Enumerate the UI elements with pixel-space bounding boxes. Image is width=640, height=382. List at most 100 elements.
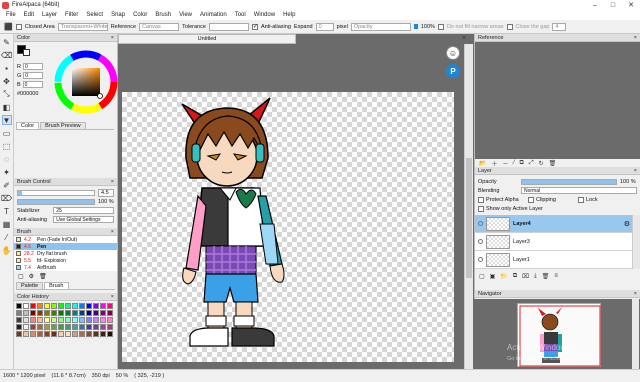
select-eraser-icon[interactable]: ⌦ <box>1 193 12 203</box>
close-gap-field[interactable]: 4 <box>552 22 567 31</box>
show-active-checkbox[interactable] <box>478 205 484 212</box>
layer-scrollbar[interactable] <box>632 215 640 269</box>
history-color-swatch[interactable] <box>107 310 113 316</box>
open-file-icon[interactable]: 📂 <box>479 160 486 167</box>
history-color-swatch[interactable] <box>44 310 50 316</box>
history-color-swatch[interactable] <box>23 324 29 330</box>
history-color-swatch[interactable] <box>58 324 64 330</box>
menu-edit[interactable]: Edit <box>24 12 34 18</box>
history-color-swatch[interactable] <box>23 303 29 309</box>
gradation-tool-icon[interactable]: ▭ <box>2 128 12 138</box>
menu-help[interactable]: Help <box>283 12 295 18</box>
delete-icon[interactable]: 🗑 <box>549 160 557 167</box>
menu-tool[interactable]: Tool <box>235 12 246 18</box>
gear-icon[interactable]: ⚙ <box>624 220 632 228</box>
bucket-tool-icon[interactable]: ▼ <box>1 115 12 125</box>
merge-down-icon[interactable]: ⤓ <box>534 273 537 280</box>
stabilizer-dropdown[interactable]: 25 <box>53 207 114 214</box>
document-close-icon[interactable]: × <box>462 35 466 42</box>
history-color-swatch[interactable] <box>86 331 92 337</box>
brush-tool-icon[interactable]: ✎ <box>2 37 12 47</box>
history-color-swatch[interactable] <box>51 317 57 323</box>
menu-select[interactable]: Select <box>86 12 103 18</box>
new-brush-icon[interactable]: ▢ <box>18 273 24 280</box>
brush-item[interactable]: 7.4 AirBrush <box>14 264 117 271</box>
minimize-button[interactable]: – <box>586 2 604 9</box>
history-color-swatch[interactable] <box>72 324 78 330</box>
layer-menu-icon[interactable]: ≡ <box>554 273 558 279</box>
history-color-swatch[interactable] <box>100 303 106 309</box>
tab-brush[interactable]: Brush <box>44 282 69 289</box>
history-color-swatch[interactable] <box>100 324 106 330</box>
user-avatar-icon[interactable]: ☺ <box>446 46 460 60</box>
new-layer-icon[interactable]: ▢ <box>479 273 485 280</box>
hand-tool-icon[interactable]: ✋ <box>2 245 12 255</box>
history-color-swatch[interactable] <box>93 331 99 337</box>
history-color-swatch[interactable] <box>44 303 50 309</box>
closed-area-checkbox[interactable] <box>15 23 22 30</box>
history-color-swatch[interactable] <box>65 310 71 316</box>
history-color-swatch[interactable] <box>16 324 22 330</box>
history-color-swatch[interactable] <box>93 303 99 309</box>
history-color-swatch[interactable] <box>44 324 50 330</box>
brush-size-field[interactable]: 4.5 <box>98 188 114 197</box>
history-color-swatch[interactable] <box>107 331 113 337</box>
opacity-slider-fill[interactable] <box>413 24 418 29</box>
history-color-swatch[interactable] <box>100 331 106 337</box>
close-icon[interactable]: × <box>111 229 114 235</box>
history-color-swatch[interactable] <box>30 324 36 330</box>
close-gap-checkbox[interactable] <box>506 23 513 30</box>
history-color-swatch[interactable] <box>37 331 43 337</box>
history-color-swatch[interactable] <box>93 310 99 316</box>
opacity-field[interactable]: Opacity <box>350 22 411 31</box>
brush-settings-icon[interactable]: ⚙ <box>29 273 34 280</box>
close-icon[interactable]: × <box>111 294 114 300</box>
history-color-swatch[interactable] <box>23 310 29 316</box>
menu-color[interactable]: Color <box>133 12 147 18</box>
history-color-swatch[interactable] <box>30 317 36 323</box>
dot-tool-icon[interactable]: ▪ <box>2 63 12 73</box>
history-color-swatch[interactable] <box>23 331 29 337</box>
eyedropper-icon[interactable]: ⁄ <box>2 232 12 242</box>
tolerance-field[interactable] <box>208 22 249 31</box>
history-color-swatch[interactable] <box>65 303 71 309</box>
history-color-swatch[interactable] <box>30 331 36 337</box>
protect-alpha-checkbox[interactable] <box>478 196 484 203</box>
zoom-in-icon[interactable]: ＋ <box>491 159 497 168</box>
magic-wand-icon[interactable]: ✦ <box>2 167 12 177</box>
menu-layer[interactable]: Layer <box>42 12 57 18</box>
eye-icon[interactable] <box>478 239 483 244</box>
history-color-swatch[interactable] <box>37 303 43 309</box>
history-color-swatch[interactable] <box>51 324 57 330</box>
history-color-swatch[interactable] <box>86 310 92 316</box>
history-color-swatch[interactable] <box>58 331 64 337</box>
history-color-swatch[interactable] <box>16 310 22 316</box>
history-color-swatch[interactable] <box>58 303 64 309</box>
brush-opacity-slider[interactable] <box>17 198 95 205</box>
navigator-scrollbar[interactable] <box>632 299 639 370</box>
history-color-swatch[interactable] <box>79 317 85 323</box>
history-color-swatch[interactable] <box>86 324 92 330</box>
history-color-swatch[interactable] <box>93 324 99 330</box>
history-color-swatch[interactable] <box>44 317 50 323</box>
history-color-swatch[interactable] <box>51 303 57 309</box>
close-button[interactable]: ✕ <box>622 1 640 9</box>
history-color-swatch[interactable] <box>79 310 85 316</box>
history-color-swatch[interactable] <box>100 317 106 323</box>
layer-opacity-slider[interactable] <box>521 178 617 185</box>
menu-file[interactable]: File <box>6 12 16 18</box>
history-color-swatch[interactable] <box>72 303 78 309</box>
history-color-swatch[interactable] <box>30 310 36 316</box>
history-color-swatch[interactable] <box>72 317 78 323</box>
new-8bit-layer-icon[interactable]: ▣ <box>490 273 496 280</box>
blending-dropdown[interactable]: Normal <box>521 187 637 194</box>
history-color-swatch[interactable] <box>72 310 78 316</box>
history-color-swatch[interactable] <box>44 331 50 337</box>
tab-palette[interactable]: Palette <box>16 282 44 289</box>
rotate-icon[interactable]: ↻ <box>539 160 544 167</box>
menu-window[interactable]: Window <box>254 12 275 18</box>
expand-field[interactable]: 0 <box>315 22 334 31</box>
menu-filter[interactable]: Filter <box>65 12 78 18</box>
history-color-swatch[interactable] <box>58 317 64 323</box>
brush-item[interactable]: 28.2 Dry flat brush <box>14 250 117 257</box>
